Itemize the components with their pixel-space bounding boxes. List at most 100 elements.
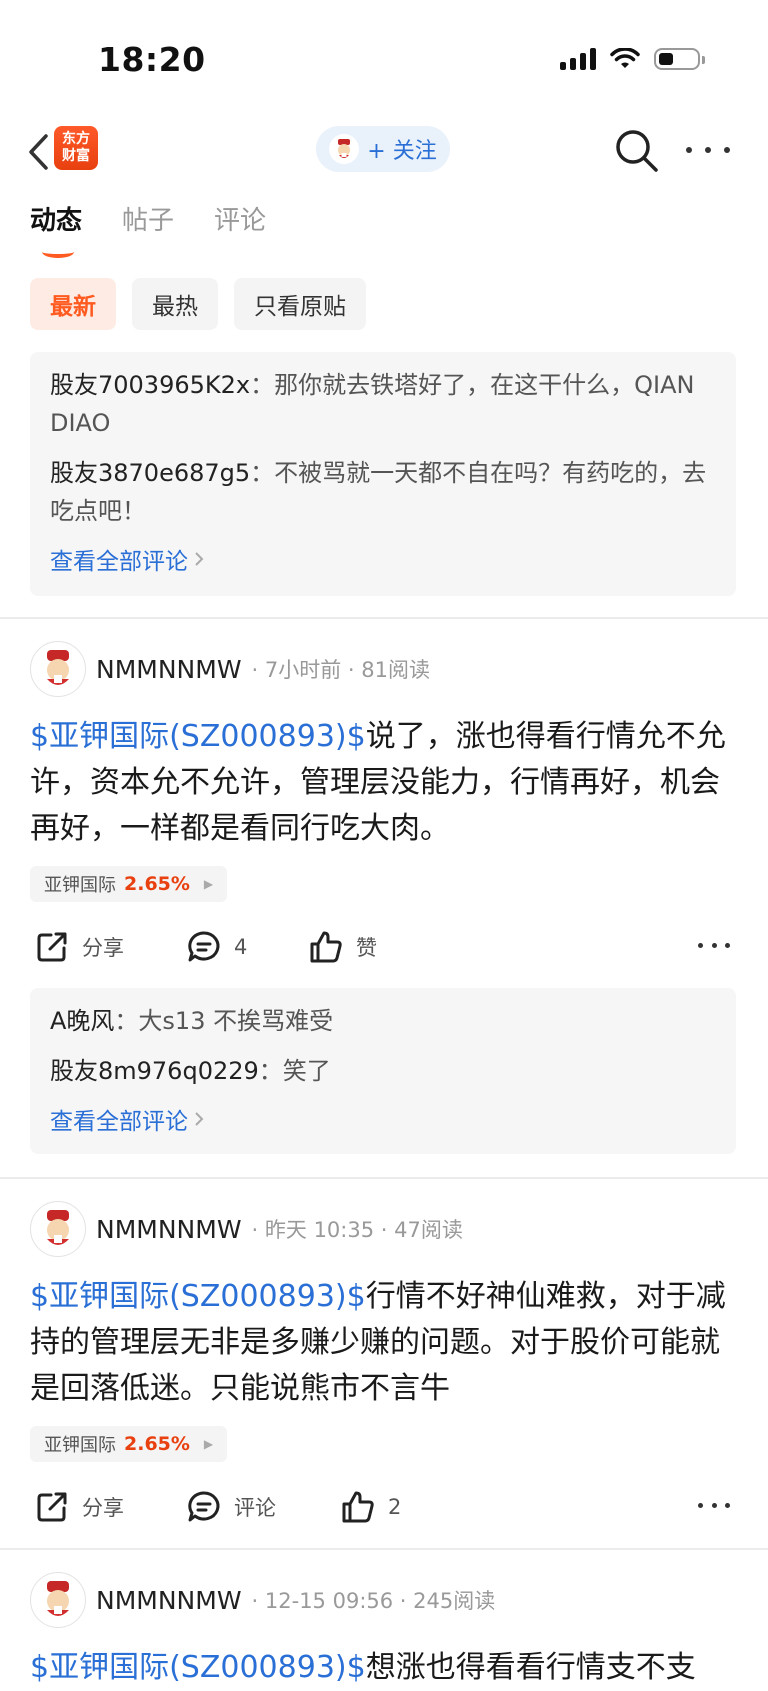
like-label: 赞 (356, 936, 377, 960)
active-tab-indicator (42, 246, 74, 258)
user-avatar[interactable] (30, 1201, 86, 1257)
logo-text-top: 东方 (62, 131, 90, 147)
thumbs-up-icon (310, 931, 342, 963)
view-all-label: 查看全部评论 (50, 549, 188, 575)
triangle-right-icon: ▶ (203, 1437, 214, 1451)
comment-preview: 股友7003965K2x：那你就去铁塔好了，在这干什么，QIAN DIAO (50, 366, 716, 442)
comment-preview-box[interactable]: A晚风：大s13 不挨骂难受 股友8m976q0229：笑了 查看全部评论 (30, 988, 736, 1154)
post-meta: · 12-15 09:56 · 245阅读 (251, 1589, 496, 1613)
view-all-label: 查看全部评论 (50, 1109, 188, 1135)
like-count: 2 (388, 1495, 402, 1519)
comment-text: 大s13 不挨骂难受 (138, 1007, 334, 1035)
filter-original-only[interactable]: 只看原贴 (234, 278, 366, 330)
section-divider (0, 1177, 768, 1179)
top-nav-bar: 东方 财富 + 关注 (0, 120, 768, 182)
more-options-icon[interactable] (686, 130, 730, 170)
comment-separator: ： (250, 459, 275, 487)
section-divider (0, 617, 768, 619)
comment-text: 笑了 (282, 1057, 331, 1085)
content-tabs: 动态 帖子 评论 (30, 200, 266, 258)
stock-tag-name: 亚钾国际 (44, 875, 116, 896)
share-icon (37, 1492, 67, 1522)
user-avatar[interactable] (30, 641, 86, 697)
author-name[interactable]: NMMNNMW (96, 1586, 242, 1615)
stock-link[interactable]: $亚钾国际(SZ000893)$ (30, 1650, 366, 1685)
thumbs-up-icon (342, 1491, 374, 1523)
sort-filters: 最新 最热 只看原贴 (30, 278, 366, 330)
god-of-wealth-avatar-icon (47, 1581, 69, 1616)
god-of-wealth-avatar-icon (329, 134, 360, 164)
status-time: 18:20 (98, 40, 206, 79)
comment-preview-box[interactable]: 股友7003965K2x：那你就去铁塔好了，在这干什么，QIAN DIAO 股友… (30, 352, 736, 596)
like-button[interactable]: 2 (340, 1485, 401, 1529)
wifi-icon (610, 48, 640, 68)
chevron-left-icon (29, 134, 48, 170)
tab-posts[interactable]: 帖子 (122, 200, 174, 237)
comment-count: 4 (234, 935, 248, 959)
post-meta: · 昨天 10:35 · 47阅读 (251, 1218, 463, 1242)
cellular-signal-icon (560, 48, 596, 70)
comment-user[interactable]: 股友7003965K2x (50, 371, 250, 399)
post-actions: 分享 评论 2 (30, 1485, 736, 1529)
stock-tag[interactable]: 亚钾国际 2.65% ▶ (30, 866, 228, 902)
comment-user[interactable]: 股友8m976q0229 (50, 1057, 259, 1085)
stock-tag-change: 2.65% (124, 1433, 190, 1455)
comment-label: 评论 (234, 1496, 276, 1520)
comment-user[interactable]: A晚风 (50, 1007, 114, 1035)
share-label: 分享 (82, 1496, 124, 1520)
tab-comments[interactable]: 评论 (214, 200, 266, 237)
chevron-right-icon (195, 1112, 204, 1126)
comment-separator: ： (250, 371, 275, 399)
comment-preview: A晚风：大s13 不挨骂难受 (50, 1002, 716, 1040)
triangle-right-icon: ▶ (203, 877, 214, 891)
comment-preview: 股友3870e687g5：不被骂就一天都不自在吗？有药吃的，去吃点吧！ (50, 454, 716, 530)
post-actions: 分享 4 赞 (30, 925, 736, 969)
share-button[interactable]: 分享 (34, 925, 124, 969)
post-header: NMMNNMW · 12-15 09:56 · 245阅读 (30, 1572, 495, 1628)
follow-label: + 关注 (367, 139, 437, 164)
back-button[interactable] (18, 132, 58, 172)
stock-tag[interactable]: 亚钾国际 2.65% ▶ (30, 1426, 228, 1462)
post-body[interactable]: $亚钾国际(SZ000893)$想涨也得看看行情支不支 (30, 1645, 740, 1691)
eastmoney-logo[interactable]: 东方 财富 (54, 126, 98, 170)
post-header: NMMNNMW · 7小时前 · 81阅读 (30, 641, 430, 697)
share-icon (37, 932, 67, 962)
comment-icon (188, 931, 220, 962)
view-all-comments-link[interactable]: 查看全部评论 (50, 1102, 716, 1136)
comment-user[interactable]: 股友3870e687g5 (50, 459, 250, 487)
comment-preview: 股友8m976q0229：笑了 (50, 1052, 716, 1090)
share-label: 分享 (82, 936, 124, 960)
tab-label: 帖子 (122, 206, 175, 236)
section-divider (0, 1548, 768, 1550)
god-of-wealth-avatar-icon (47, 1210, 69, 1245)
author-name[interactable]: NMMNNMW (96, 1215, 242, 1244)
author-name[interactable]: NMMNNMW (96, 655, 242, 684)
post-meta: · 7小时前 · 81阅读 (251, 658, 431, 682)
tab-label: 动态 (30, 206, 83, 236)
tab-dynamics[interactable]: 动态 (30, 200, 83, 258)
search-icon[interactable] (612, 126, 662, 176)
filter-hottest[interactable]: 最热 (132, 278, 218, 330)
like-button[interactable]: 赞 (308, 925, 377, 969)
stock-link[interactable]: $亚钾国际(SZ000893)$ (30, 1279, 366, 1314)
follow-button[interactable]: + 关注 (316, 126, 450, 172)
more-options-icon[interactable] (698, 943, 730, 948)
user-avatar[interactable] (30, 1572, 86, 1628)
post-body[interactable]: $亚钾国际(SZ000893)$行情不好神仙难救，对于减持的管理层无非是多赚少赚… (30, 1274, 740, 1412)
stock-link[interactable]: $亚钾国际(SZ000893)$ (30, 719, 366, 754)
chevron-right-icon (195, 552, 204, 566)
god-of-wealth-avatar-icon (47, 650, 69, 685)
post-header: NMMNNMW · 昨天 10:35 · 47阅读 (30, 1201, 463, 1257)
comment-separator: ： (114, 1007, 139, 1035)
stock-tag-name: 亚钾国际 (44, 1435, 116, 1456)
filter-latest[interactable]: 最新 (30, 278, 116, 330)
tab-label: 评论 (214, 206, 267, 236)
stock-tag-change: 2.65% (124, 873, 190, 895)
share-button[interactable]: 分享 (34, 1485, 124, 1529)
comment-button[interactable]: 4 (186, 925, 247, 969)
view-all-comments-link[interactable]: 查看全部评论 (50, 542, 716, 576)
post-body[interactable]: $亚钾国际(SZ000893)$说了，涨也得看行情允不允许，资本允不允许，管理层… (30, 714, 740, 852)
more-options-icon[interactable] (698, 1503, 730, 1508)
comment-button[interactable]: 评论 (186, 1485, 276, 1529)
logo-text-bottom: 财富 (62, 148, 90, 164)
